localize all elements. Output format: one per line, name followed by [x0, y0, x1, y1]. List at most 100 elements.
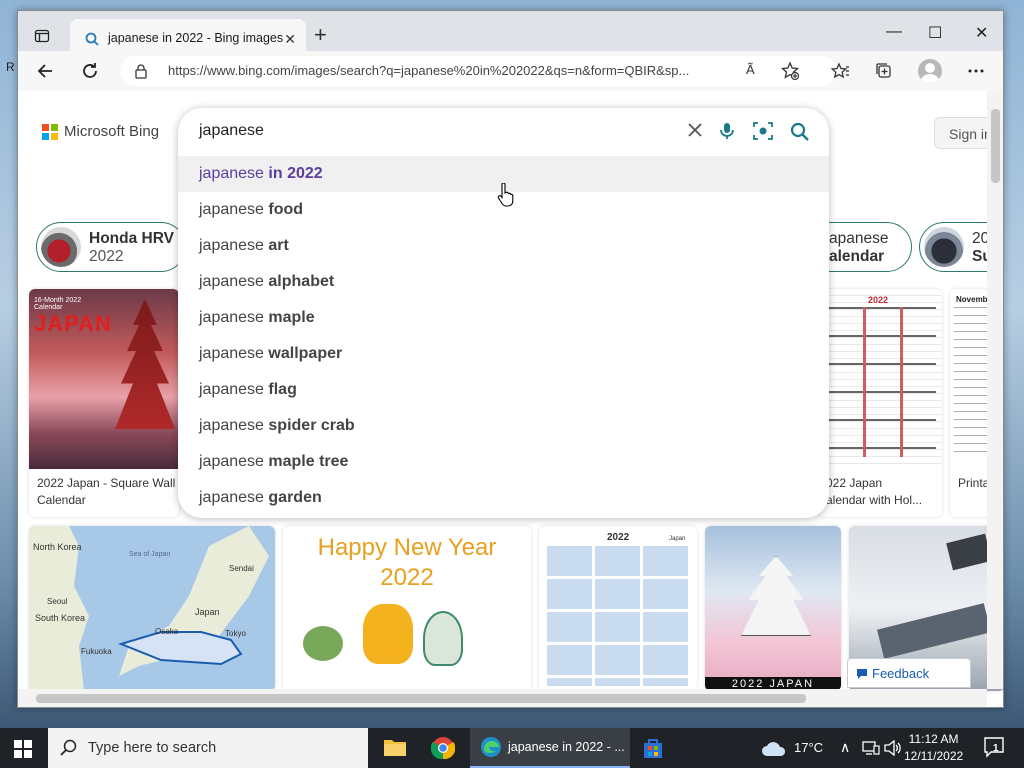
- suggestion-completion: maple tree: [268, 453, 349, 470]
- map-label: Japan: [195, 607, 220, 617]
- profile-avatar[interactable]: [918, 59, 942, 83]
- map-label: South Korea: [35, 613, 85, 623]
- suggestion-item[interactable]: japanese spider crab: [178, 408, 829, 444]
- tab-actions-button[interactable]: [28, 24, 56, 48]
- visual-search-icon[interactable]: [753, 122, 773, 140]
- suggestion-item[interactable]: japanese wallpaper: [178, 336, 829, 372]
- browser-toolbar: https://www.bing.com/images/search?q=jap…: [18, 51, 1003, 91]
- calendar-grid: [826, 307, 936, 457]
- collections-icon[interactable]: [874, 61, 894, 81]
- horizontal-scroll-thumb[interactable]: [36, 694, 806, 703]
- card-thumbnail: 16-Month 2022 Calendar JAPAN: [29, 289, 179, 469]
- address-bar[interactable]: https://www.bing.com/images/search?q=jap…: [120, 56, 836, 86]
- suggestion-completion: in 2022: [268, 165, 323, 182]
- network-icon[interactable]: [862, 740, 880, 756]
- notification-count: 1: [993, 743, 999, 754]
- chip-title: apanese: [829, 230, 889, 247]
- suggestion-prefix: japanese: [199, 381, 264, 398]
- edge-taskbar-title: japanese in 2022 - ...: [508, 740, 625, 754]
- chrome-icon: [431, 737, 455, 760]
- suggestion-completion: wallpaper: [268, 345, 343, 362]
- card-overlay-subtitle: Japan: [669, 536, 686, 542]
- clock-time: 11:12 AM: [908, 732, 959, 746]
- clear-icon[interactable]: [687, 122, 703, 138]
- suggestion-item[interactable]: japanese art: [178, 228, 829, 264]
- chip-thumbnail: [41, 227, 81, 267]
- tray-chevron-up-icon[interactable]: ∧: [840, 739, 850, 768]
- card-caption: 022 Japan: [826, 476, 883, 490]
- taskbar: Type here to search japanese in 2022 - .…: [0, 728, 1024, 768]
- card-overlay-title: JAPAN: [34, 311, 112, 336]
- image-card[interactable]: 16-Month 2022 Calendar JAPAN 2022 Japan …: [29, 289, 179, 517]
- new-tab-button[interactable]: +: [314, 24, 327, 46]
- tab-close-icon[interactable]: ✕: [284, 31, 296, 48]
- image-card[interactable]: 2022 022 Japan alendar with Hol...: [818, 289, 942, 517]
- suggestion-item[interactable]: japanese maple tree: [178, 444, 829, 480]
- feedback-button[interactable]: Feedback: [847, 658, 971, 688]
- windows-start-icon[interactable]: [14, 740, 32, 758]
- suggestion-item[interactable]: japanese garden: [178, 480, 829, 516]
- suggestion-list: japanese in 2022 japanese food japanese …: [178, 156, 829, 516]
- chrome-button[interactable]: [421, 728, 465, 768]
- suggestion-completion: maple: [268, 309, 315, 326]
- calendar-grid: [547, 546, 689, 686]
- add-favorite-icon[interactable]: [780, 61, 800, 81]
- refresh-icon[interactable]: [80, 61, 100, 81]
- weather-temperature[interactable]: 17°C: [794, 740, 823, 768]
- ship-shape: [877, 603, 991, 659]
- horizontal-scrollbar[interactable]: [18, 689, 987, 707]
- clock[interactable]: 11:12 AM 12/11/2022: [904, 731, 963, 765]
- vertical-scrollbar[interactable]: [987, 91, 1003, 689]
- suggestion-item[interactable]: japanese flag: [178, 372, 829, 408]
- favorites-icon[interactable]: [830, 61, 850, 81]
- suggestion-item[interactable]: japanese maple: [178, 300, 829, 336]
- bing-logo[interactable]: Microsoft Bing: [42, 123, 159, 140]
- more-menu-icon[interactable]: [966, 61, 986, 81]
- tab-title: japanese in 2022 - Bing images: [108, 31, 284, 45]
- lock-icon[interactable]: [134, 63, 148, 79]
- weather-cloud-icon[interactable]: [761, 739, 787, 757]
- search-icon[interactable]: [790, 122, 810, 142]
- image-card-calendar[interactable]: 2022 Japan: [539, 526, 697, 691]
- edge-taskbar-button[interactable]: japanese in 2022 - ...: [470, 728, 630, 768]
- minimize-button[interactable]: —: [886, 23, 902, 41]
- bing-images-favicon-icon: [85, 32, 99, 46]
- map-label: Fukuoka: [81, 647, 112, 656]
- edge-icon: [481, 737, 501, 757]
- chip-subtitle: alendar: [829, 248, 885, 265]
- taskbar-search[interactable]: Type here to search: [48, 728, 368, 768]
- read-aloud-icon[interactable]: Ã: [746, 62, 755, 77]
- address-url[interactable]: https://www.bing.com/images/search?q=jap…: [168, 63, 689, 78]
- suggestion-item[interactable]: japanese alphabet: [178, 264, 829, 300]
- card-caption-line2: alendar with Hol...: [826, 493, 923, 507]
- vertical-scroll-thumb[interactable]: [991, 109, 1000, 183]
- browser-window: japanese in 2022 - Bing images ✕ + — ☐ ✕…: [17, 10, 1004, 708]
- card-overlay-year: 2022: [380, 564, 434, 591]
- search-icon: [60, 739, 77, 756]
- map-label: Osaka: [155, 627, 179, 636]
- maximize-button[interactable]: ☐: [928, 23, 942, 43]
- microphone-icon[interactable]: [720, 122, 734, 140]
- file-explorer-button[interactable]: [373, 728, 417, 768]
- chip-title: Honda HRV: [89, 230, 174, 247]
- back-arrow-icon[interactable]: [36, 61, 56, 81]
- clock-date: 12/11/2022: [904, 749, 964, 763]
- image-card-new-year[interactable]: Happy New Year 2022: [283, 526, 531, 691]
- close-window-button[interactable]: ✕: [975, 23, 988, 43]
- suggestion-prefix: japanese: [199, 309, 264, 326]
- notifications-button[interactable]: 1: [983, 736, 1005, 763]
- tiger-shape: [363, 604, 413, 664]
- figure-shape: [423, 611, 463, 666]
- card-overlay-title: Novemb: [956, 295, 988, 304]
- image-card-castle[interactable]: 2022 JAPAN: [705, 526, 841, 691]
- suggestion-prefix: japanese: [199, 273, 264, 290]
- map-label: Sendai: [229, 564, 254, 573]
- aircraft-shape: [946, 533, 992, 571]
- image-card-map[interactable]: North Korea Sea of Japan South Korea Seo…: [29, 526, 275, 691]
- related-chip-honda[interactable]: Honda HRV 2022: [36, 222, 186, 272]
- map-label: Seoul: [47, 597, 68, 606]
- store-button[interactable]: [631, 728, 675, 768]
- volume-icon[interactable]: [884, 740, 902, 756]
- suggestion-prefix: japanese: [199, 453, 264, 470]
- search-input[interactable]: japanese: [199, 122, 264, 140]
